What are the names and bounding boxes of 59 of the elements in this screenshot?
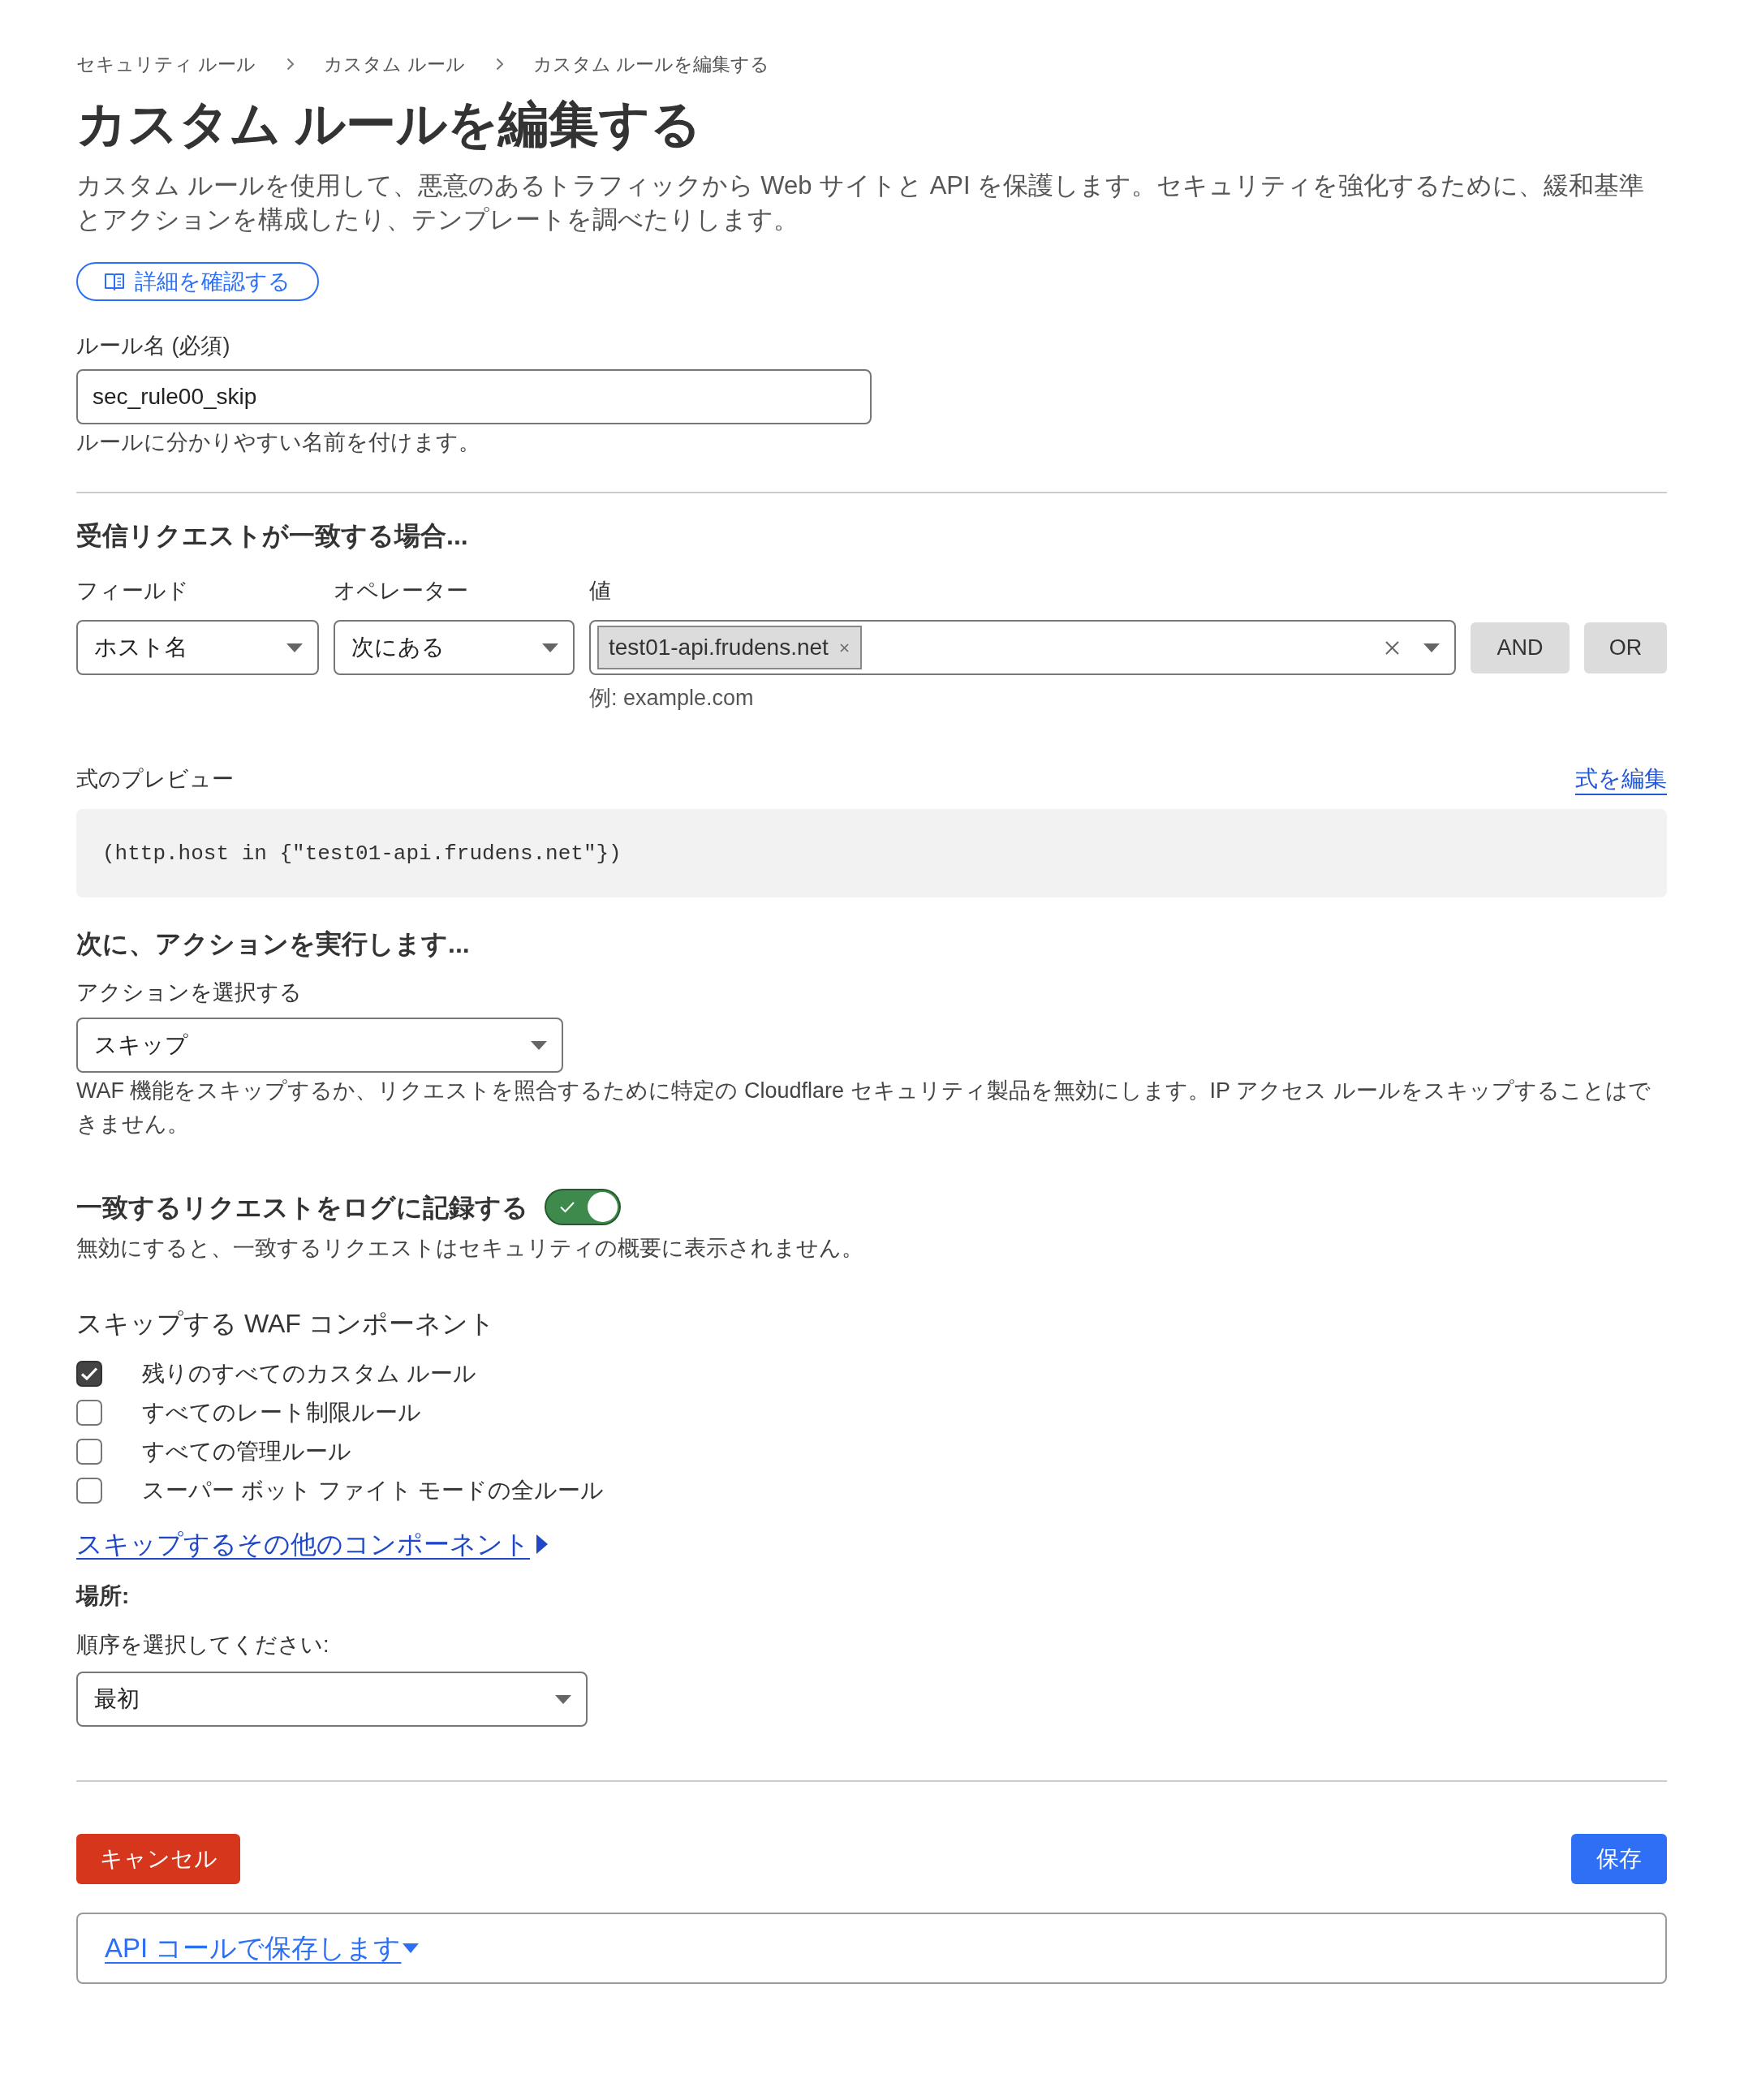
caret-icon — [286, 643, 303, 652]
chevron-icon — [495, 58, 504, 71]
section-heading: 次に、アクションを実行します... — [76, 928, 471, 960]
field-label: 式のプレビュー — [76, 766, 234, 793]
checkbox[interactable] — [76, 1478, 102, 1504]
checkbox[interactable] — [76, 1361, 102, 1387]
checkbox-label[interactable]: 残りのすべてのカスタム ルール — [142, 1358, 476, 1390]
toggle-label: 一致するリクエストをログに記録する — [76, 1191, 528, 1224]
hint-text: 例: example.com — [589, 685, 755, 712]
toggle-switch[interactable] — [545, 1189, 621, 1225]
value-tag[interactable]: test01-api.frudens.net — [597, 626, 862, 669]
check-icon — [559, 1201, 575, 1213]
order-select[interactable]: 最初 — [76, 1672, 588, 1727]
cancel-button[interactable]: キャンセル — [76, 1834, 240, 1884]
checkbox[interactable] — [76, 1400, 102, 1426]
help-text: ルールに分かりやすい名前を付けます。 — [76, 429, 481, 456]
value-field[interactable]: test01-api.frudens.net — [589, 620, 1456, 675]
field-select[interactable]: ホスト名 — [76, 620, 319, 675]
checkbox[interactable] — [76, 1439, 102, 1465]
section-heading: スキップする WAF コンポーネント — [76, 1308, 496, 1340]
field-label: ルール名 (必須) — [76, 333, 231, 359]
save-button[interactable]: 保存 — [1571, 1834, 1667, 1884]
checkbox-label[interactable]: すべてのレート制限ルール — [142, 1396, 421, 1429]
breadcrumb-link[interactable]: カスタム ルールを編集する — [532, 50, 770, 78]
caret-icon — [403, 1943, 420, 1953]
column-label: フィールド — [76, 578, 190, 605]
learn-more-button[interactable]: 詳細を確認する — [76, 262, 319, 301]
checkbox-label[interactable]: スーパー ボット ファイト モードの全ルール — [142, 1474, 605, 1507]
logic-button[interactable]: OR — [1584, 622, 1667, 673]
page-description: カスタム ルールを使用して、悪意のあるトラフィックから Web サイトと API を保護します。セキュリティを強化するために、緩和基準とアクションを構成したり、テンプレートを調べたりします。 — [76, 170, 1646, 235]
column-label: オペレーター — [334, 578, 469, 605]
field-label: アクションを選択する — [76, 979, 303, 1006]
action-select[interactable]: スキップ — [76, 1018, 563, 1073]
help-text: 無効にすると、一致するリクエストはセキュリティの概要に表示されません。 — [76, 1235, 864, 1262]
caret-icon — [555, 1694, 571, 1704]
triangle-right-icon — [536, 1534, 548, 1554]
page-title: カスタム ルールを編集する — [76, 95, 703, 153]
expression-preview: (http.host in {"test01-api.frudens.net"}) — [76, 809, 1667, 897]
remove-icon[interactable] — [839, 643, 849, 652]
caret-icon — [531, 1040, 547, 1050]
chevron-icon — [286, 58, 295, 71]
book-icon — [104, 272, 125, 291]
column-label: 値 — [589, 578, 612, 605]
clear-icon[interactable] — [1385, 640, 1399, 655]
more-components-link[interactable]: スキップするその他のコンポーネント — [76, 1526, 548, 1563]
breadcrumb-link[interactable]: カスタム ルール — [324, 50, 465, 78]
logic-button[interactable]: AND — [1471, 622, 1570, 673]
api-call-link[interactable]: API コールで保存します — [105, 1930, 420, 1967]
rule-name-field[interactable]: sec_rule00_skip — [76, 369, 872, 424]
section-heading: 受信リクエストが一致する場合... — [76, 520, 469, 552]
help-text: WAF 機能をスキップするか、リクエストを照合するために特定の Cloudflare セキュリティ製品を無効にします。IP アクセス ルールをスキップすることはできません。 — [76, 1078, 1651, 1138]
field-label: 順序を選択してください: — [76, 1632, 330, 1659]
breadcrumb-link[interactable]: セキュリティ ルール — [76, 50, 256, 78]
checkbox-label[interactable]: すべての管理ルール — [142, 1435, 351, 1468]
caret-icon — [542, 643, 558, 652]
caret-icon — [1423, 643, 1440, 652]
operator-select[interactable]: 次にある — [334, 620, 575, 675]
section-heading: 場所: — [76, 1582, 131, 1610]
edit-expression-link[interactable]: 式を編集 — [1575, 764, 1667, 794]
